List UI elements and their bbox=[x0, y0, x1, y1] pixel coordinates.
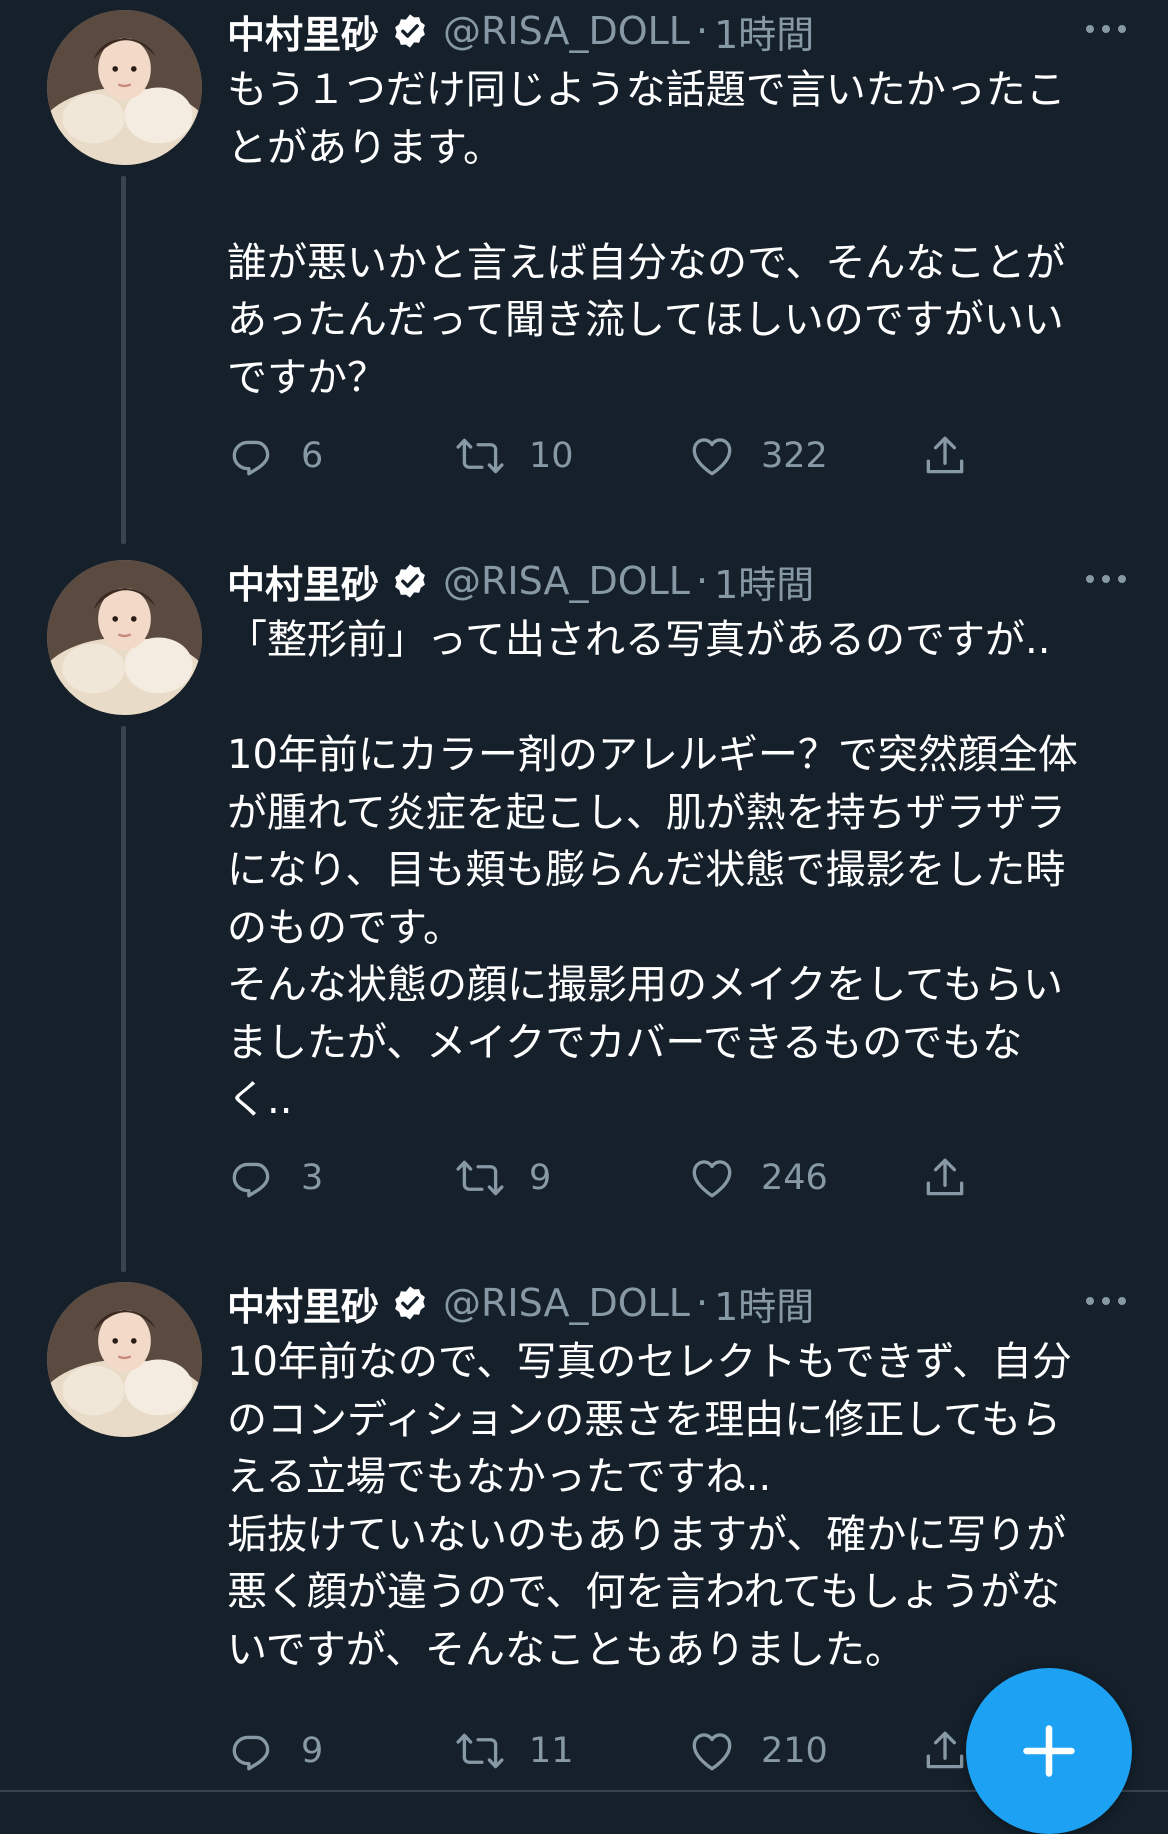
tweet-text-line: 垢抜けていないのもありますが、確かに写りが bbox=[227, 1511, 1067, 1558]
tweet-actions: 6 10 322 bbox=[227, 429, 1007, 483]
verified-badge-icon bbox=[395, 1286, 425, 1320]
like-count: 322 bbox=[761, 436, 828, 476]
tweet-text-line: 悪く顔が違うので、何を言われてもしょうがな bbox=[227, 1569, 1061, 1615]
reply-button[interactable]: 3 bbox=[227, 1151, 323, 1205]
tweet-text-line: のコンディションの悪さを理由に修正してもら bbox=[227, 1396, 1061, 1443]
reply-icon bbox=[232, 1162, 270, 1198]
more-options-icon[interactable] bbox=[1084, 1286, 1128, 1316]
more-options-icon[interactable] bbox=[1084, 564, 1128, 594]
tweet-text-line: そんな状態の顔に撮影用のメイクをしてもらい bbox=[227, 962, 1063, 1008]
retweet-button[interactable]: 11 bbox=[455, 1724, 574, 1778]
tweet-text: もう１つだけ同じような話題で言いたかったこ とがあります。 誰が悪いかと言えば自… bbox=[227, 62, 1127, 407]
retweet-button[interactable]: 9 bbox=[455, 1151, 551, 1205]
retweet-count: 10 bbox=[529, 436, 574, 476]
tweet-actions: 9 11 210 bbox=[227, 1724, 1007, 1778]
retweet-count: 9 bbox=[529, 1158, 552, 1198]
separator-dot: · bbox=[695, 1281, 709, 1325]
share-button[interactable] bbox=[920, 1151, 970, 1205]
reply-icon bbox=[232, 440, 270, 476]
retweet-count: 11 bbox=[529, 1731, 574, 1771]
tweet-text-line: あったんだって聞き流してほしいのですがいい bbox=[227, 297, 1064, 343]
avatar[interactable] bbox=[47, 1282, 202, 1437]
reply-button[interactable]: 9 bbox=[227, 1724, 323, 1778]
author-name[interactable]: 中村里砂 bbox=[227, 1276, 379, 1331]
avatar[interactable] bbox=[47, 560, 202, 715]
like-button[interactable]: 246 bbox=[687, 1151, 828, 1205]
author-handle[interactable]: @RISA_DOLL bbox=[443, 1281, 690, 1325]
tweet-text-line: が腫れて炎症を起こし、肌が熱を持ちザラザラ bbox=[227, 789, 1066, 836]
author-name[interactable]: 中村里砂 bbox=[227, 4, 379, 59]
compose-tweet-button[interactable] bbox=[966, 1668, 1132, 1834]
retweet-icon bbox=[456, 438, 504, 474]
tweet-text-line: ましたが、メイクでカバーできるものでもな bbox=[227, 1019, 1023, 1066]
like-count: 246 bbox=[761, 1158, 828, 1198]
tweet-text-line: いですが、そんなこともありました。 bbox=[227, 1626, 905, 1673]
like-count: 210 bbox=[761, 1731, 828, 1771]
tweet-text-line: のものです。 bbox=[227, 904, 463, 951]
tweet-text-line: 誰が悪いかと言えば自分なので、そんなことが bbox=[227, 239, 1066, 286]
share-icon bbox=[926, 1158, 964, 1196]
avatar[interactable] bbox=[47, 10, 202, 165]
tweet-text-line: になり、目も頬も膨らんだ状態で撮影をした時 bbox=[227, 847, 1066, 893]
author-handle[interactable]: @RISA_DOLL bbox=[443, 559, 690, 603]
heart-icon bbox=[692, 1160, 732, 1198]
like-button[interactable]: 210 bbox=[687, 1724, 828, 1778]
share-icon bbox=[926, 436, 964, 474]
share-button[interactable] bbox=[920, 429, 970, 483]
reply-count: 6 bbox=[301, 436, 324, 476]
separator-dot: · bbox=[695, 9, 709, 53]
tweet-header: 中村里砂 @RISA_DOLL · 1時間 bbox=[227, 0, 1128, 62]
tweet-time[interactable]: 1時間 bbox=[714, 4, 814, 59]
retweet-button[interactable]: 10 bbox=[455, 429, 574, 483]
thread-line bbox=[121, 176, 126, 544]
profile-photo-icon bbox=[47, 1282, 202, 1437]
thread-line bbox=[121, 726, 126, 1272]
retweet-icon bbox=[456, 1160, 504, 1196]
tweet-actions: 3 9 246 bbox=[227, 1151, 1007, 1205]
tweet-header: 中村里砂 @RISA_DOLL · 1時間 bbox=[227, 1272, 1128, 1334]
profile-photo-icon bbox=[47, 560, 202, 715]
profile-photo-icon bbox=[47, 10, 202, 165]
tweet-text-line: もう１つだけ同じような話題で言いたかったこ bbox=[227, 67, 1066, 113]
tweet-text-line: える立場でもなかったですね.. bbox=[227, 1454, 772, 1500]
retweet-icon bbox=[456, 1733, 504, 1769]
heart-icon bbox=[692, 1733, 732, 1771]
plus-icon bbox=[1023, 1725, 1075, 1777]
like-button[interactable]: 322 bbox=[687, 429, 828, 483]
reply-button[interactable]: 6 bbox=[227, 429, 323, 483]
reply-icon bbox=[232, 1735, 270, 1771]
reply-count: 3 bbox=[301, 1158, 324, 1198]
tweet-header: 中村里砂 @RISA_DOLL · 1時間 bbox=[227, 550, 1128, 612]
verified-badge-icon bbox=[395, 564, 425, 598]
heart-icon bbox=[692, 438, 732, 476]
tweet-text-line bbox=[227, 177, 1127, 235]
more-options-icon[interactable] bbox=[1084, 14, 1128, 44]
tweet-text-line: 10年前なので、写真のセレクトもできず、自分 bbox=[227, 1339, 1072, 1385]
share-button[interactable] bbox=[920, 1724, 970, 1778]
tweet-time[interactable]: 1時間 bbox=[714, 554, 814, 609]
tweet-time[interactable]: 1時間 bbox=[714, 1276, 814, 1331]
tweet-text: 「整形前」って出される写真があるのですが.. 10年前にカラー剤のアレルギー？で… bbox=[227, 612, 1127, 1130]
share-icon bbox=[926, 1731, 964, 1769]
tweet-text-line bbox=[227, 670, 1127, 728]
tweet-text-line: とがあります。 bbox=[227, 124, 503, 171]
reply-count: 9 bbox=[301, 1731, 324, 1771]
author-handle[interactable]: @RISA_DOLL bbox=[443, 9, 690, 53]
tweet-text-line: ですか？ bbox=[227, 354, 387, 401]
author-name[interactable]: 中村里砂 bbox=[227, 554, 379, 609]
tweet[interactable]: 中村里砂 @RISA_DOLL · 1時間 「整形前」って出される写真があるので… bbox=[0, 550, 1168, 1272]
separator-dot: · bbox=[695, 559, 709, 603]
verified-badge-icon bbox=[395, 14, 425, 48]
tweet-text: 10年前なので、写真のセレクトもできず、自分 のコンディションの悪さを理由に修正… bbox=[227, 1334, 1127, 1679]
tweet[interactable]: 中村里砂 @RISA_DOLL · 1時間 もう１つだけ同じような話題で言いたか… bbox=[0, 0, 1168, 544]
tweet-text-line: 「整形前」って出される写真があるのですが.. bbox=[227, 617, 1051, 663]
tweet-text-line: 10年前にカラー剤のアレルギー？で突然顔全体 bbox=[227, 732, 1078, 778]
tweet-text-line: く.. bbox=[227, 1077, 293, 1123]
